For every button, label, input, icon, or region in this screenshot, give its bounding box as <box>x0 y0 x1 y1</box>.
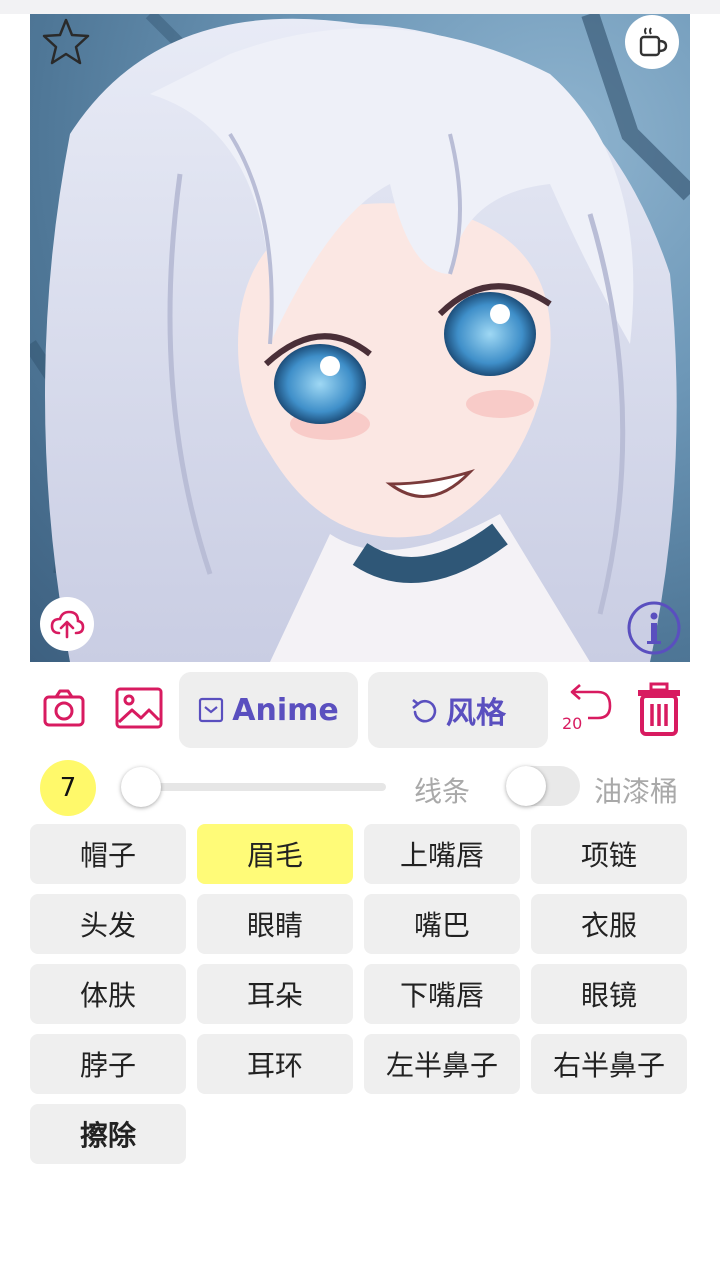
brush-size-value: 7 <box>59 773 77 803</box>
toolbar: Anime 风格 <box>0 672 720 752</box>
part-label: 眉毛 <box>246 839 303 872</box>
anime-image-canvas[interactable] <box>30 14 690 662</box>
part-button[interactable]: 左半鼻子 <box>364 1034 520 1094</box>
part-label: 衣服 <box>580 909 637 942</box>
part-label: 眼睛 <box>246 909 303 942</box>
part-button[interactable]: 衣服 <box>531 894 687 954</box>
part-button[interactable]: 头发 <box>30 894 186 954</box>
info-icon <box>627 601 681 655</box>
brush-size-badge: 7 <box>40 760 96 816</box>
part-button[interactable]: 耳朵 <box>197 964 353 1024</box>
undo-count: 20 <box>562 714 583 733</box>
delete-button[interactable] <box>636 682 682 742</box>
checkbox-icon <box>199 697 224 723</box>
part-button[interactable]: 耳环 <box>197 1034 353 1094</box>
part-button[interactable]: 嘴巴 <box>364 894 520 954</box>
part-label: 耳环 <box>246 1049 303 1082</box>
favorite-button[interactable] <box>40 16 92 68</box>
part-button[interactable]: 项链 <box>531 824 687 884</box>
camera-button[interactable] <box>42 688 86 732</box>
brush-size-slider-thumb[interactable] <box>121 767 161 807</box>
paint-bucket-label: 油漆桶 <box>594 775 679 808</box>
part-label: 体肤 <box>79 979 136 1012</box>
brush-size-slider-track[interactable] <box>140 783 386 791</box>
paint-bucket-switch-thumb[interactable] <box>506 766 546 806</box>
part-button[interactable]: 眼睛 <box>197 894 353 954</box>
anime-portrait-illustration <box>30 14 690 662</box>
part-button[interactable]: 体肤 <box>30 964 186 1024</box>
upload-button[interactable] <box>40 597 94 651</box>
part-label: 上嘴唇 <box>399 839 484 872</box>
star-icon <box>42 18 90 65</box>
part-button[interactable]: 上嘴唇 <box>364 824 520 884</box>
coffee-cup-icon <box>639 27 668 57</box>
part-label: 帽子 <box>79 839 136 872</box>
part-button[interactable]: 右半鼻子 <box>531 1034 687 1094</box>
part-label: 头发 <box>79 909 136 942</box>
info-button[interactable] <box>626 600 682 656</box>
style-button[interactable]: 风格 <box>368 672 548 748</box>
style-label: 风格 <box>446 696 506 731</box>
part-button[interactable]: 眉毛 <box>197 824 353 884</box>
trash-icon <box>638 682 680 736</box>
status-strip <box>0 0 720 14</box>
part-label: 右半鼻子 <box>552 1049 665 1082</box>
line-label: 线条 <box>414 775 471 808</box>
erase-button[interactable]: 擦除 <box>30 1104 186 1164</box>
anime-mode-button[interactable]: Anime <box>179 672 358 748</box>
part-label: 擦除 <box>79 1119 136 1152</box>
part-button[interactable]: 帽子 <box>30 824 186 884</box>
part-label: 项链 <box>580 839 637 872</box>
part-button[interactable]: 眼镜 <box>531 964 687 1024</box>
part-label: 左半鼻子 <box>385 1049 498 1082</box>
image-icon <box>115 687 163 729</box>
part-label: 耳朵 <box>246 979 303 1012</box>
part-label: 嘴巴 <box>413 909 470 942</box>
cloud-upload-icon <box>50 610 85 639</box>
coffee-button[interactable] <box>625 15 679 69</box>
gallery-button[interactable] <box>114 686 164 734</box>
part-label: 眼镜 <box>580 979 637 1012</box>
part-button[interactable]: 脖子 <box>30 1034 186 1094</box>
rotate-icon <box>412 698 437 723</box>
part-label: 下嘴唇 <box>399 979 484 1012</box>
anime-mode-label: Anime <box>232 692 339 728</box>
part-label: 脖子 <box>79 1049 136 1082</box>
part-button[interactable]: 下嘴唇 <box>364 964 520 1024</box>
camera-icon <box>43 689 85 727</box>
